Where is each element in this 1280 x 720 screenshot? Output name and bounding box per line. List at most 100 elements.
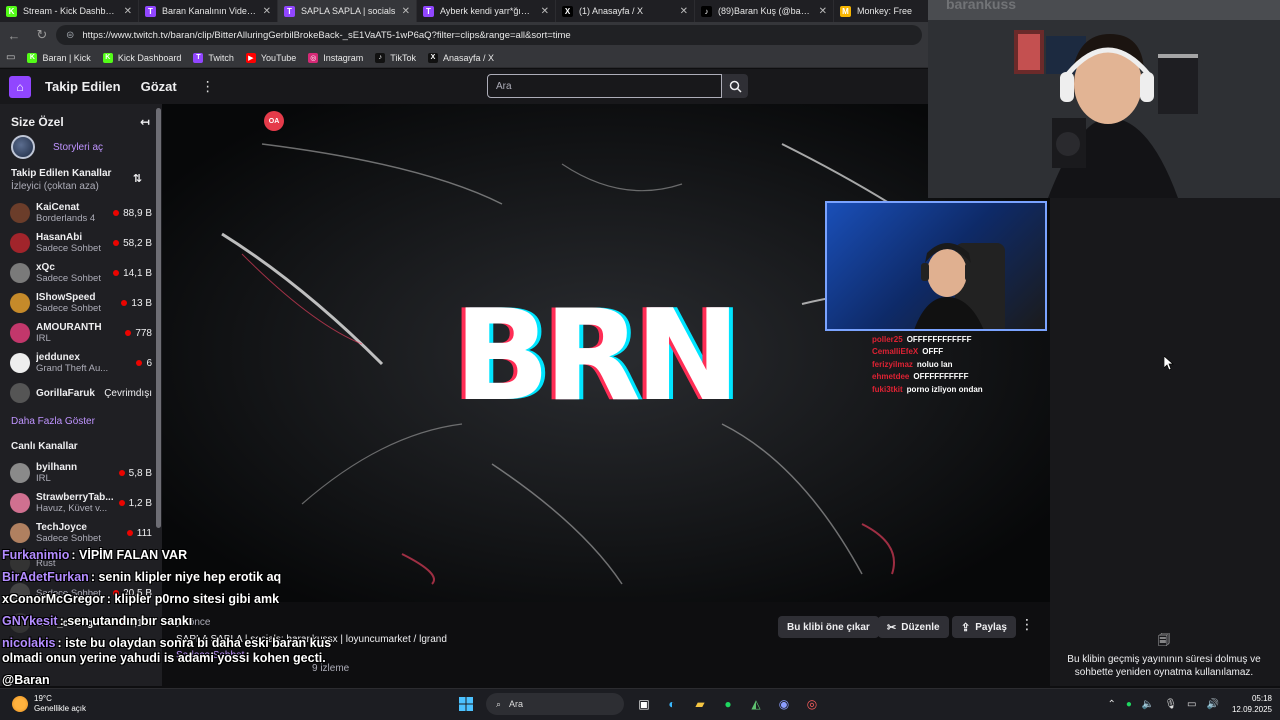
channel-info: TechJoyce Sadece Sohbet bbox=[36, 522, 127, 544]
channel-name: StrawberryTab... bbox=[36, 492, 114, 503]
browser-tab[interactable]: T Ayberk kendi yarr*ğına takıl ✕ bbox=[417, 0, 556, 22]
channel-info: KaiCenat Borderlands 4 bbox=[36, 202, 113, 224]
chrome-icon[interactable]: ◎ bbox=[801, 693, 823, 715]
sidebar-scrollbar[interactable] bbox=[156, 108, 161, 528]
followed-channels-title: Takip Edilen Kanallar bbox=[11, 168, 112, 179]
tray-expand-icon[interactable]: ⌃ bbox=[1107, 699, 1115, 710]
site-info-icon[interactable]: ⊜ bbox=[66, 30, 74, 41]
channel-viewers: 1,2 B bbox=[118, 498, 152, 509]
sidebar-channel-item[interactable]: jeddunex Grand Theft Au... 6 bbox=[0, 348, 162, 378]
sidebar-channel-item[interactable]: GorillaFaruk Çevrimdışı bbox=[0, 378, 162, 408]
channel-info: StrawberryTab... Havuz, Küvet v... bbox=[36, 492, 119, 514]
viewer-count: 13 B bbox=[131, 297, 152, 309]
tab-close-icon[interactable]: ✕ bbox=[402, 6, 410, 17]
bookmark-favicon-icon: ♪ bbox=[375, 52, 386, 63]
tab-close-icon[interactable]: ✕ bbox=[680, 6, 688, 17]
clock-time: 05:18 bbox=[1251, 694, 1272, 703]
embedded-chat-line: poller25 OFFFFFFFFFFFF bbox=[872, 333, 1042, 346]
bookmark-item[interactable]: ◎ Instagram bbox=[308, 52, 363, 63]
weather-widget[interactable]: 19°C Genellikle açık bbox=[12, 694, 86, 714]
share-clip-button[interactable]: ⇪ Paylaş bbox=[952, 616, 1016, 638]
browser-tab[interactable]: MMonkey: Free✕ bbox=[834, 0, 928, 22]
tab-close-icon[interactable]: ✕ bbox=[124, 6, 132, 17]
browser-tab[interactable]: ♪ (89)Baran Kuş (@barankuss ✕ bbox=[695, 0, 834, 22]
task-view-icon[interactable]: ▣ bbox=[633, 693, 655, 715]
sort-icon[interactable]: ⇅ bbox=[133, 172, 142, 185]
tab-favicon-icon: X bbox=[562, 5, 573, 17]
volume-icon[interactable]: 🔊 bbox=[1207, 699, 1219, 710]
bookmark-item[interactable]: ♪ TikTok bbox=[375, 52, 416, 63]
nav-browse[interactable]: Gözat bbox=[141, 79, 177, 94]
channel-viewers: 111 bbox=[126, 528, 152, 539]
more-menu-icon[interactable]: ⋮ bbox=[201, 78, 215, 95]
bookmark-item[interactable]: K Baran | Kick bbox=[27, 52, 91, 63]
browser-tab[interactable]: X (1) Anasayfa / X ✕ bbox=[556, 0, 695, 22]
taskbar-search[interactable]: ⌕ Ara bbox=[486, 693, 624, 715]
weather-temp: 19°C bbox=[34, 694, 52, 703]
edit-clip-button[interactable]: ✂ Düzenle bbox=[878, 616, 949, 638]
edge-icon[interactable]: ◐ bbox=[661, 693, 683, 715]
mouse-cursor-icon bbox=[1164, 356, 1174, 370]
reload-icon[interactable]: ↻ bbox=[28, 27, 56, 43]
tab-close-icon[interactable]: ✕ bbox=[819, 6, 827, 17]
chat-overlay-message: : senin klipler niye hep erotik aq bbox=[90, 570, 282, 584]
sidebar-channel-item[interactable]: AMOURANTH IRL 778 bbox=[0, 318, 162, 348]
feature-clip-button[interactable]: Bu klibi öne çıkar bbox=[778, 616, 879, 638]
bookmark-label: Anasayfa / X bbox=[442, 52, 494, 63]
bookmark-item[interactable]: T Twitch bbox=[193, 52, 234, 63]
channel-name: GorillaFaruk bbox=[36, 387, 95, 399]
sidebar-channel-item[interactable]: IShowSpeed Sadece Sohbet 13 B bbox=[0, 288, 162, 318]
collapse-sidebar-icon[interactable]: ↤ bbox=[140, 115, 150, 129]
start-button[interactable] bbox=[455, 693, 477, 715]
file-explorer-icon[interactable]: ▰ bbox=[689, 693, 711, 715]
sidebar-channel-item[interactable]: TechJoyce Sadece Sohbet 111 bbox=[0, 518, 162, 548]
search-button[interactable] bbox=[722, 74, 748, 98]
discord-icon[interactable]: ◉ bbox=[773, 693, 795, 715]
channel-name: byilhann bbox=[36, 462, 78, 473]
search-input[interactable] bbox=[487, 74, 722, 98]
spotify-icon[interactable]: ● bbox=[717, 693, 739, 715]
channel-category: IRL bbox=[36, 333, 51, 344]
mic-icon[interactable]: 🎙 bbox=[1164, 699, 1177, 710]
bookmark-item[interactable]: X Anasayfa / X bbox=[427, 52, 494, 63]
bookmark-favicon-icon: ◎ bbox=[308, 52, 319, 63]
embedded-chat-line: CemalliEfeX OFFF bbox=[872, 346, 1042, 359]
taskbar-clock[interactable]: 05:18 12.09.2025 bbox=[1232, 693, 1272, 715]
stories-button[interactable]: Storyleri aç bbox=[0, 132, 162, 162]
channel-category: Sadece Sohbet bbox=[36, 303, 101, 314]
clip-more-icon[interactable]: ⋮ bbox=[1020, 616, 1034, 633]
tab-close-icon[interactable]: ✕ bbox=[263, 6, 271, 17]
twitch-logo-icon[interactable]: ⌂ bbox=[9, 75, 31, 98]
bookmark-item[interactable]: K Kick Dashboard bbox=[102, 52, 181, 63]
sidebar-channel-item[interactable]: HasanAbi Sadece Sohbet 58,2 B bbox=[0, 228, 162, 258]
browser-tab[interactable]: K Stream - Kick Dashboard ✕ bbox=[0, 0, 139, 22]
channel-category: IRL bbox=[36, 473, 51, 484]
bookmark-item[interactable]: ▶ YouTube bbox=[245, 52, 296, 63]
tab-close-icon[interactable]: ✕ bbox=[541, 6, 549, 17]
tab-label: Stream - Kick Dashboard bbox=[23, 6, 118, 16]
url-field[interactable]: ⊜ https://www.twitch.tv/baran/clip/Bitte… bbox=[56, 25, 922, 45]
tab-label: Ayberk kendi yarr*ğına takıl bbox=[440, 6, 535, 16]
taskbar-search-label: Ara bbox=[509, 699, 524, 709]
browser-tab[interactable]: T Baran Kanalının Videoları - ✕ bbox=[139, 0, 278, 22]
speaker-icon[interactable]: 🔈 bbox=[1142, 699, 1154, 710]
embedded-chat-line: fuki3tkit porno izliyon ondan bbox=[872, 383, 1042, 396]
tray-app-icon[interactable]: ● bbox=[1126, 699, 1132, 710]
app-icon[interactable]: ◭ bbox=[745, 693, 767, 715]
sidebar-channel-item[interactable]: xQc Sadece Sohbet 14,1 B bbox=[0, 258, 162, 288]
channel-avatar bbox=[10, 353, 30, 373]
embedded-chat-message: porno izliyon ondan bbox=[906, 384, 983, 394]
bookmark-label: Twitch bbox=[208, 52, 234, 63]
bookmarks-folder-icon[interactable]: ▭ bbox=[6, 52, 15, 63]
nav-following[interactable]: Takip Edilen bbox=[45, 79, 121, 94]
sidebar-channel-item[interactable]: byilhann IRL 5,8 B bbox=[0, 458, 162, 488]
sidebar-channel-item[interactable]: StrawberryTab... Havuz, Küvet v... 1,2 B bbox=[0, 488, 162, 518]
channel-viewers: Çevrimdışı bbox=[104, 388, 152, 399]
sidebar-channel-item[interactable]: KaiCenat Borderlands 4 88,9 B bbox=[0, 198, 162, 228]
display-icon[interactable]: ▭ bbox=[1187, 699, 1196, 710]
show-more-link[interactable]: Daha Fazla Göster bbox=[0, 408, 162, 435]
back-icon[interactable]: ← bbox=[0, 28, 28, 43]
browser-tab[interactable]: T SAPLA SAPLA | socials ✕ bbox=[278, 0, 417, 22]
channel-avatar bbox=[10, 493, 30, 513]
channel-info: IShowSpeed Sadece Sohbet bbox=[36, 292, 121, 314]
